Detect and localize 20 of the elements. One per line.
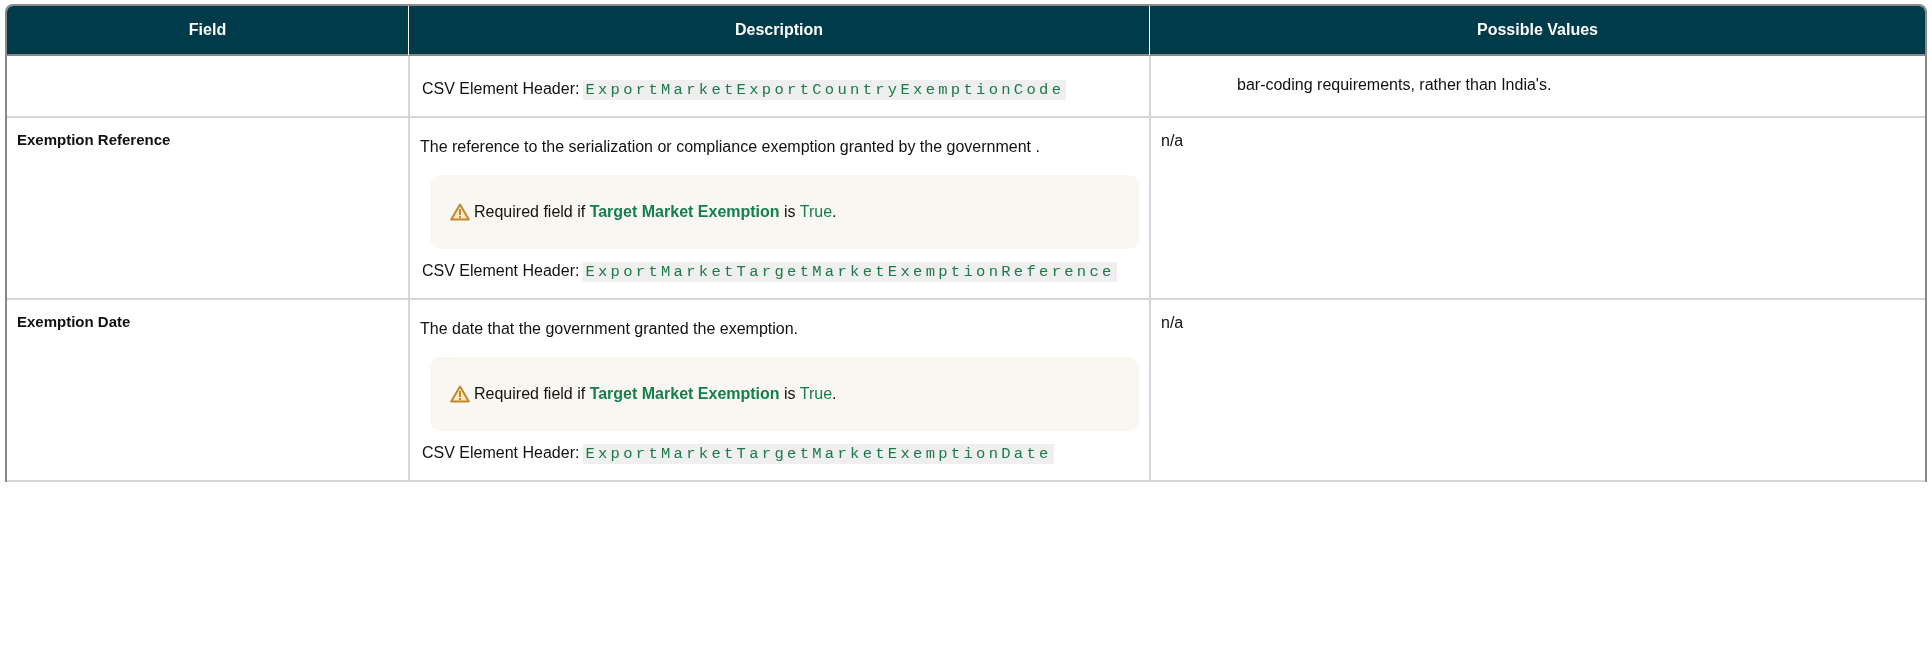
column-header: Possible Values — [1149, 6, 1925, 56]
field-name: Exemption Reference — [17, 131, 171, 148]
note-text: Required field if Target Market Exemption is True. — [474, 203, 837, 221]
value-text: n/a — [1161, 131, 1185, 151]
warning-icon — [450, 203, 470, 221]
description-text: The date that the government granted the exemption. — [420, 319, 800, 339]
note-text: Required field if Target Market Exemption is True. — [474, 385, 837, 403]
csv-header-code: ExportMarketTargetMarketExemptionDate — [583, 444, 1054, 464]
warning-icon — [450, 385, 470, 403]
csv-header-code: ExportMarketExportCountryExemptionCode — [583, 80, 1067, 100]
field-name: Exemption Date — [17, 313, 131, 330]
description-text: The reference to the serialization or compliance exemption granted by the government . — [420, 137, 1041, 157]
column-header: Description — [408, 6, 1149, 56]
csv-header-label: CSV Element Header: — [421, 262, 580, 279]
csv-header-label: CSV Element Header: — [421, 80, 580, 97]
csv-header-label: CSV Element Header: — [421, 444, 580, 461]
column-header: Field — [7, 6, 408, 56]
value-text: n/a — [1161, 313, 1185, 333]
value-text: bar-coding requirements, rather than India's. — [1236, 75, 1553, 95]
csv-header-code: ExportMarketTargetMarketExemptionReference — [583, 262, 1117, 282]
